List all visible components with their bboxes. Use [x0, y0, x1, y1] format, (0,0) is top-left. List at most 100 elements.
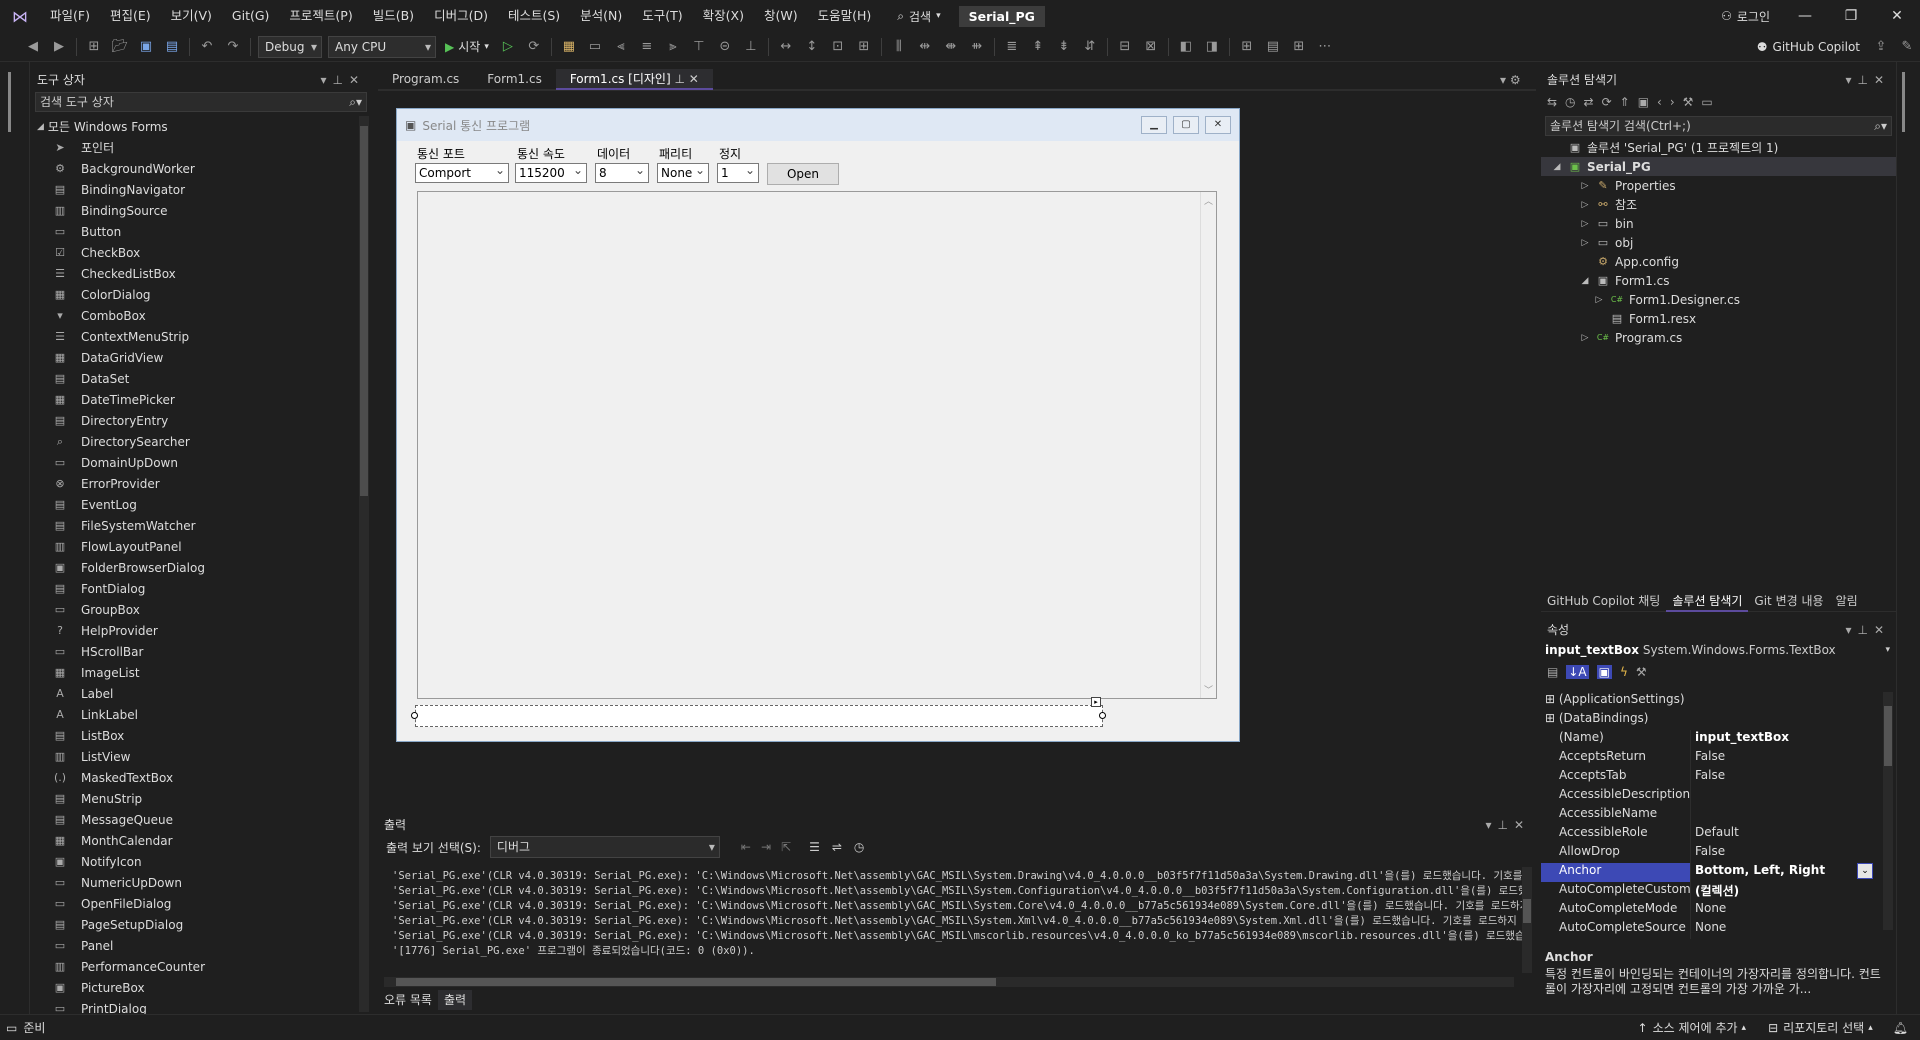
- solution-tree-node[interactable]: ▷ ▭ obj: [1541, 233, 1896, 252]
- tab-overflow-icon[interactable]: ▾ ⚙: [1500, 73, 1521, 87]
- save-all-icon[interactable]: ▤: [161, 36, 183, 58]
- open-button[interactable]: Open: [767, 163, 839, 185]
- v-increase-icon[interactable]: ⇞: [1027, 36, 1049, 58]
- save-icon[interactable]: ▣: [135, 36, 157, 58]
- panel-tab[interactable]: GitHub Copilot 채팅: [1541, 590, 1666, 612]
- align-top-icon[interactable]: ⊤: [688, 36, 710, 58]
- toolbox-item[interactable]: ▭ HScrollBar: [31, 641, 353, 662]
- toolbox-item[interactable]: (.) MaskedTextBox: [31, 767, 353, 788]
- close-icon[interactable]: ⊥ ✕: [671, 72, 698, 86]
- toolbox-item[interactable]: ☰ CheckedListBox: [31, 263, 353, 284]
- property-value[interactable]: [1691, 787, 1881, 806]
- output-textbox[interactable]: ︿ ﹀: [417, 191, 1217, 699]
- solution-tree-node[interactable]: ▷ ✎ Properties: [1541, 176, 1896, 195]
- start-without-debug-icon[interactable]: ▷: [497, 36, 519, 58]
- feedback-icon[interactable]: ✎: [1896, 36, 1918, 58]
- output-text[interactable]: 'Serial_PG.exe'(CLR v4.0.30319: Serial_P…: [392, 869, 1522, 965]
- tab-order-icon[interactable]: ⊞: [1236, 36, 1258, 58]
- clear-all-icon[interactable]: ☰: [809, 840, 820, 854]
- solution-node[interactable]: ▣ 솔루션 'Serial_PG' (1 프로젝트의 1): [1541, 138, 1896, 157]
- platform-select[interactable]: Any CPU: [328, 35, 436, 58]
- expand-icon[interactable]: ⊞: [1545, 711, 1559, 725]
- align-bottom-icon[interactable]: ⊥: [740, 36, 762, 58]
- toolbox-item[interactable]: ▥ ListView: [31, 746, 353, 767]
- word-wrap-icon[interactable]: ⇌: [832, 840, 842, 854]
- undo-icon[interactable]: ↶: [196, 36, 218, 58]
- same-width-icon[interactable]: ↔: [775, 36, 797, 58]
- property-row[interactable]: Anchor Bottom, Left, Right: [1541, 863, 1881, 882]
- expand-icon[interactable]: ▷: [1593, 295, 1605, 305]
- output-h-scrollbar[interactable]: [384, 977, 1514, 987]
- expand-icon[interactable]: ▷: [1579, 333, 1591, 343]
- menu-item[interactable]: 디버그(D): [424, 0, 498, 32]
- clock-icon[interactable]: ◷: [854, 840, 864, 854]
- toolbox-item[interactable]: ▤ MenuStrip: [31, 788, 353, 809]
- notifications-strip-tab[interactable]: [1901, 72, 1916, 132]
- toolbox-item[interactable]: ⚙ BackgroundWorker: [31, 158, 353, 179]
- close-button[interactable]: ✕: [1874, 0, 1920, 32]
- property-value[interactable]: [1691, 806, 1881, 825]
- select-repo-button[interactable]: ⊟ 리포지토리 선택 ▴: [1768, 1019, 1873, 1036]
- se-toolbar-icons[interactable]: ⇆◷⇄⟳⇑▣‹›⚒▭: [1547, 95, 1721, 109]
- categorized-icon[interactable]: ▤: [1547, 665, 1558, 679]
- property-value[interactable]: None: [1691, 901, 1881, 920]
- resize-handle-right[interactable]: [1099, 712, 1106, 719]
- open-folder-icon[interactable]: 📂︎: [109, 36, 131, 58]
- login-button[interactable]: ⚇ 로그인: [1709, 8, 1782, 25]
- property-value[interactable]: False: [1691, 844, 1881, 863]
- properties-object-select[interactable]: input_textBox System.Windows.Forms.TextB…: [1541, 640, 1896, 660]
- toolbox-item[interactable]: ▤ DataSet: [31, 368, 353, 389]
- menu-item[interactable]: 빌드(B): [363, 0, 424, 32]
- back-icon[interactable]: ◀: [22, 36, 44, 58]
- properties-icon[interactable]: ▣: [1596, 665, 1612, 679]
- smart-tag-icon[interactable]: ▸: [1091, 697, 1101, 707]
- property-row[interactable]: AcceptsTab False: [1541, 768, 1881, 787]
- bring-front-icon[interactable]: ◧: [1175, 36, 1197, 58]
- toolbox-item[interactable]: ▭ Panel: [31, 935, 353, 956]
- toolbox-item[interactable]: ▤ BindingNavigator: [31, 179, 353, 200]
- toolbox-item[interactable]: ▦ ColorDialog: [31, 284, 353, 305]
- h-spacing-icon[interactable]: ⫼: [888, 36, 910, 58]
- align-center-icon[interactable]: ≡: [636, 36, 658, 58]
- panel-controls[interactable]: ▾⊥✕: [1845, 70, 1890, 90]
- port-combobox[interactable]: Comport: [415, 161, 509, 183]
- events-icon[interactable]: ϟ: [1620, 665, 1628, 679]
- share-icon[interactable]: ⇪: [1870, 36, 1892, 58]
- same-size-icon[interactable]: ⊡: [827, 36, 849, 58]
- solution-tree-node[interactable]: ▷ ▭ bin: [1541, 214, 1896, 233]
- menu-item[interactable]: Git(G): [222, 0, 280, 32]
- property-row[interactable]: AccessibleName: [1541, 806, 1881, 825]
- hot-reload-icon[interactable]: ⟳: [523, 36, 545, 58]
- solution-tree-node[interactable]: ⚙ App.config: [1541, 252, 1896, 271]
- property-row[interactable]: AllowDrop False: [1541, 844, 1881, 863]
- menu-item[interactable]: 테스트(S): [498, 0, 570, 32]
- panel-controls[interactable]: ▾⊥✕: [320, 70, 365, 90]
- property-value[interactable]: False: [1691, 768, 1881, 787]
- input-textbox[interactable]: [415, 705, 1103, 727]
- toolbox-item[interactable]: ▤ PageSetupDialog: [31, 914, 353, 935]
- menu-item[interactable]: 파일(F): [40, 0, 100, 32]
- scroll-thumb[interactable]: [360, 126, 368, 496]
- toolbox-group[interactable]: ◢ 모든 Windows Forms: [31, 116, 351, 137]
- h-increase-icon[interactable]: ⇹: [914, 36, 936, 58]
- lock-controls-icon[interactable]: ▤: [1262, 36, 1284, 58]
- h-remove-icon[interactable]: ⇻: [966, 36, 988, 58]
- property-pages-icon[interactable]: ⚒: [1636, 665, 1647, 679]
- form-maximize-button[interactable]: ▢: [1173, 116, 1199, 134]
- property-row[interactable]: AccessibleRole Default: [1541, 825, 1881, 844]
- parity-combobox[interactable]: None: [657, 161, 709, 183]
- toolbox-item[interactable]: ⌕ DirectorySearcher: [31, 431, 353, 452]
- output-source-select[interactable]: 디버그: [489, 836, 720, 858]
- panel-tab[interactable]: 알림: [1830, 590, 1864, 612]
- expand-icon[interactable]: ▷: [1579, 181, 1591, 191]
- speed-combobox[interactable]: 115200: [515, 161, 587, 183]
- property-value[interactable]: False: [1691, 749, 1881, 768]
- browse-icon[interactable]: ▦: [558, 36, 580, 58]
- panel-tab[interactable]: Git 변경 내용: [1748, 590, 1829, 612]
- menu-item[interactable]: 보기(V): [161, 0, 222, 32]
- property-value[interactable]: Default: [1691, 825, 1881, 844]
- copilot-button[interactable]: ⚉ GitHub Copilot: [1757, 40, 1860, 54]
- search-box[interactable]: ⌕ 검색 ▾: [889, 0, 948, 32]
- toolbox-item[interactable]: ▭ DomainUpDown: [31, 452, 353, 473]
- output-tab[interactable]: 오류 목록: [378, 990, 438, 1010]
